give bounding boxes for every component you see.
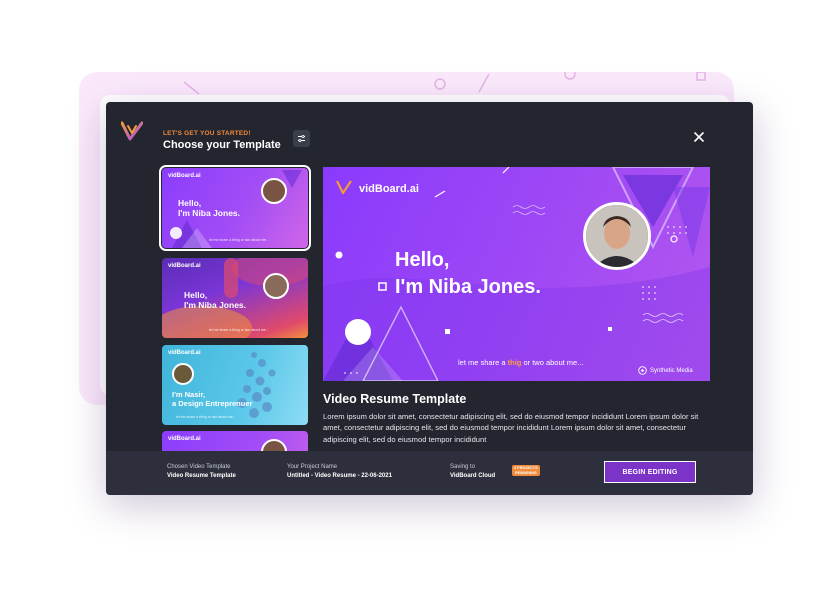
avatar <box>261 178 287 204</box>
thumbnail-headline: Hello, I'm Niba Jones. <box>184 290 247 310</box>
avatar <box>583 202 651 270</box>
template-thumbnail[interactable]: vidBoard.ai Hello, I'm Niba Jones. let m… <box>159 165 311 251</box>
preview-headline-line1: Hello, <box>395 249 450 271</box>
preview-subtitle-highlight: thig <box>507 358 522 367</box>
close-button[interactable] <box>691 129 707 145</box>
vidboard-logo-icon <box>121 121 143 141</box>
template-name: Video Resume Template <box>323 392 467 406</box>
filter-icon <box>298 134 305 143</box>
template-description: Lorem ipsum dolor sit amet, consectetur … <box>323 412 699 444</box>
saving-location-info: Saving to VidBoard Cloud <box>450 464 495 479</box>
preview-headline: Hello, I'm Niba Jones. <box>395 247 541 301</box>
preview-subtitle-start: let me share a <box>458 358 508 367</box>
thumbnail-subtitle: let me share a thing or two about me... <box>209 328 269 332</box>
synthetic-media-badge: Synthetic Media <box>638 366 693 375</box>
template-chooser-modal: LET'S GET YOU STARTED! Choose your Templ… <box>106 102 753 495</box>
modal-footer: Chosen Video Template Video Resume Templ… <box>106 451 753 495</box>
chosen-template-info: Chosen Video Template Video Resume Templ… <box>167 464 236 479</box>
projects-remaining-badge: 3 PROJECTS REMAINING <box>512 465 540 476</box>
avatar-portrait <box>586 205 648 267</box>
thumbnail-brand: vidBoard.ai <box>168 436 201 442</box>
thumbnail-headline: Hello, I'm Niba Jones. <box>178 198 241 218</box>
project-name-label: Your Project Name <box>287 464 338 470</box>
thumbnail-brand: vidBoard.ai <box>168 263 201 269</box>
thumbnail-brand: vidBoard.ai <box>168 350 201 356</box>
project-name-value: Untitled - Video Resume - 22-06-2021 <box>287 473 392 479</box>
project-name-info: Your Project Name Untitled - Video Resum… <box>287 464 392 479</box>
thumbnail-headline: I'm Nasir, a Design Entreprenuer <box>172 390 253 408</box>
template-preview: vidBoard.ai Hello, I'm Niba Jones. let m… <box>323 167 710 381</box>
thumbnail-subtitle: let me share a thing or two about me... <box>209 238 269 242</box>
template-thumbnail[interactable]: vidBoard.ai Hello, I'm Niba Jones. let m… <box>162 258 308 338</box>
filter-button[interactable] <box>293 130 310 147</box>
saving-location-value: VidBoard Cloud <box>450 473 496 479</box>
avatar <box>172 363 194 385</box>
synthetic-media-icon <box>638 366 647 375</box>
chosen-template-value: Video Resume Template <box>167 473 236 479</box>
saving-location-label: Saving to <box>450 464 476 470</box>
avatar <box>263 273 289 299</box>
projects-remaining-text: REMAINING <box>514 470 537 475</box>
synthetic-media-label: Synthetic Media <box>650 367 693 374</box>
template-thumbnail[interactable]: vidBoard.ai I'm Nasir, a Design Entrepre… <box>162 345 308 425</box>
begin-editing-button[interactable]: BEGIN EDITING <box>604 461 696 483</box>
projects-remaining-count: 3 PROJECTS <box>514 466 538 470</box>
thumbnail-brand: vidBoard.ai <box>168 173 201 179</box>
thumbnail-subtitle: let me share a thing or two about me... <box>176 415 236 419</box>
preview-subtitle-end: or two about me... <box>521 358 584 367</box>
preview-headline-line2: I'm Niba Jones. <box>395 276 541 298</box>
modal-eyebrow: LET'S GET YOU STARTED! <box>163 130 251 137</box>
preview-subtitle: let me share a thig or two about me... <box>458 358 583 367</box>
chosen-template-label: Chosen Video Template <box>167 464 231 470</box>
preview-brand: vidBoard.ai <box>359 183 419 195</box>
modal-title: Choose your Template <box>163 139 281 151</box>
thumbnail-decoration <box>237 352 276 418</box>
close-icon <box>693 131 705 143</box>
